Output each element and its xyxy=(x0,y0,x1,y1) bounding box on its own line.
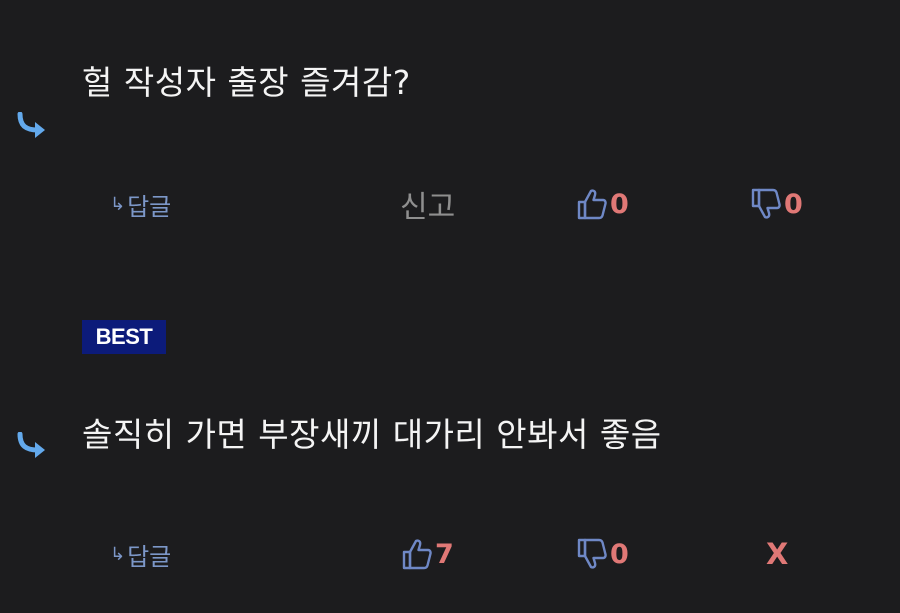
like-button[interactable]: 0 xyxy=(577,184,629,224)
comment-actions: ↳ 답글 신고 0 0 xyxy=(0,184,900,226)
dislike-count: 0 xyxy=(784,188,803,220)
thumbs-down-icon xyxy=(577,538,607,569)
delete-button[interactable]: X xyxy=(766,534,788,574)
comment-actions: ↳ 답글 7 0 X xyxy=(0,534,900,574)
dislike-button[interactable]: 0 xyxy=(577,534,629,574)
thumbs-up-icon xyxy=(577,189,607,220)
reply-button[interactable]: ↳ 답글 xyxy=(110,534,171,574)
best-badge: BEST xyxy=(82,320,166,354)
comment-text: 헐 작성자 출장 즐겨감? xyxy=(82,63,411,102)
reply-label: 답글 xyxy=(127,192,172,221)
thumbs-up-icon xyxy=(402,539,432,570)
thumbs-down-icon xyxy=(751,188,781,219)
reply-small-arrow-icon: ↳ xyxy=(110,543,126,565)
reply-arrow-icon xyxy=(17,432,45,458)
reply-label: 답글 xyxy=(127,542,172,571)
like-count: 0 xyxy=(610,188,629,220)
report-button[interactable]: 신고 xyxy=(400,184,455,225)
dislike-count: 0 xyxy=(610,538,629,570)
reply-small-arrow-icon: ↳ xyxy=(110,193,126,215)
reply-button[interactable]: ↳ 답글 xyxy=(110,184,171,224)
dislike-button[interactable]: 0 xyxy=(751,184,803,224)
comment-text: 솔직히 가면 부장새끼 대가리 안봐서 좋음 xyxy=(82,415,662,454)
like-button[interactable]: 7 xyxy=(402,534,454,574)
like-count: 7 xyxy=(435,538,454,570)
reply-arrow-icon xyxy=(17,112,45,138)
